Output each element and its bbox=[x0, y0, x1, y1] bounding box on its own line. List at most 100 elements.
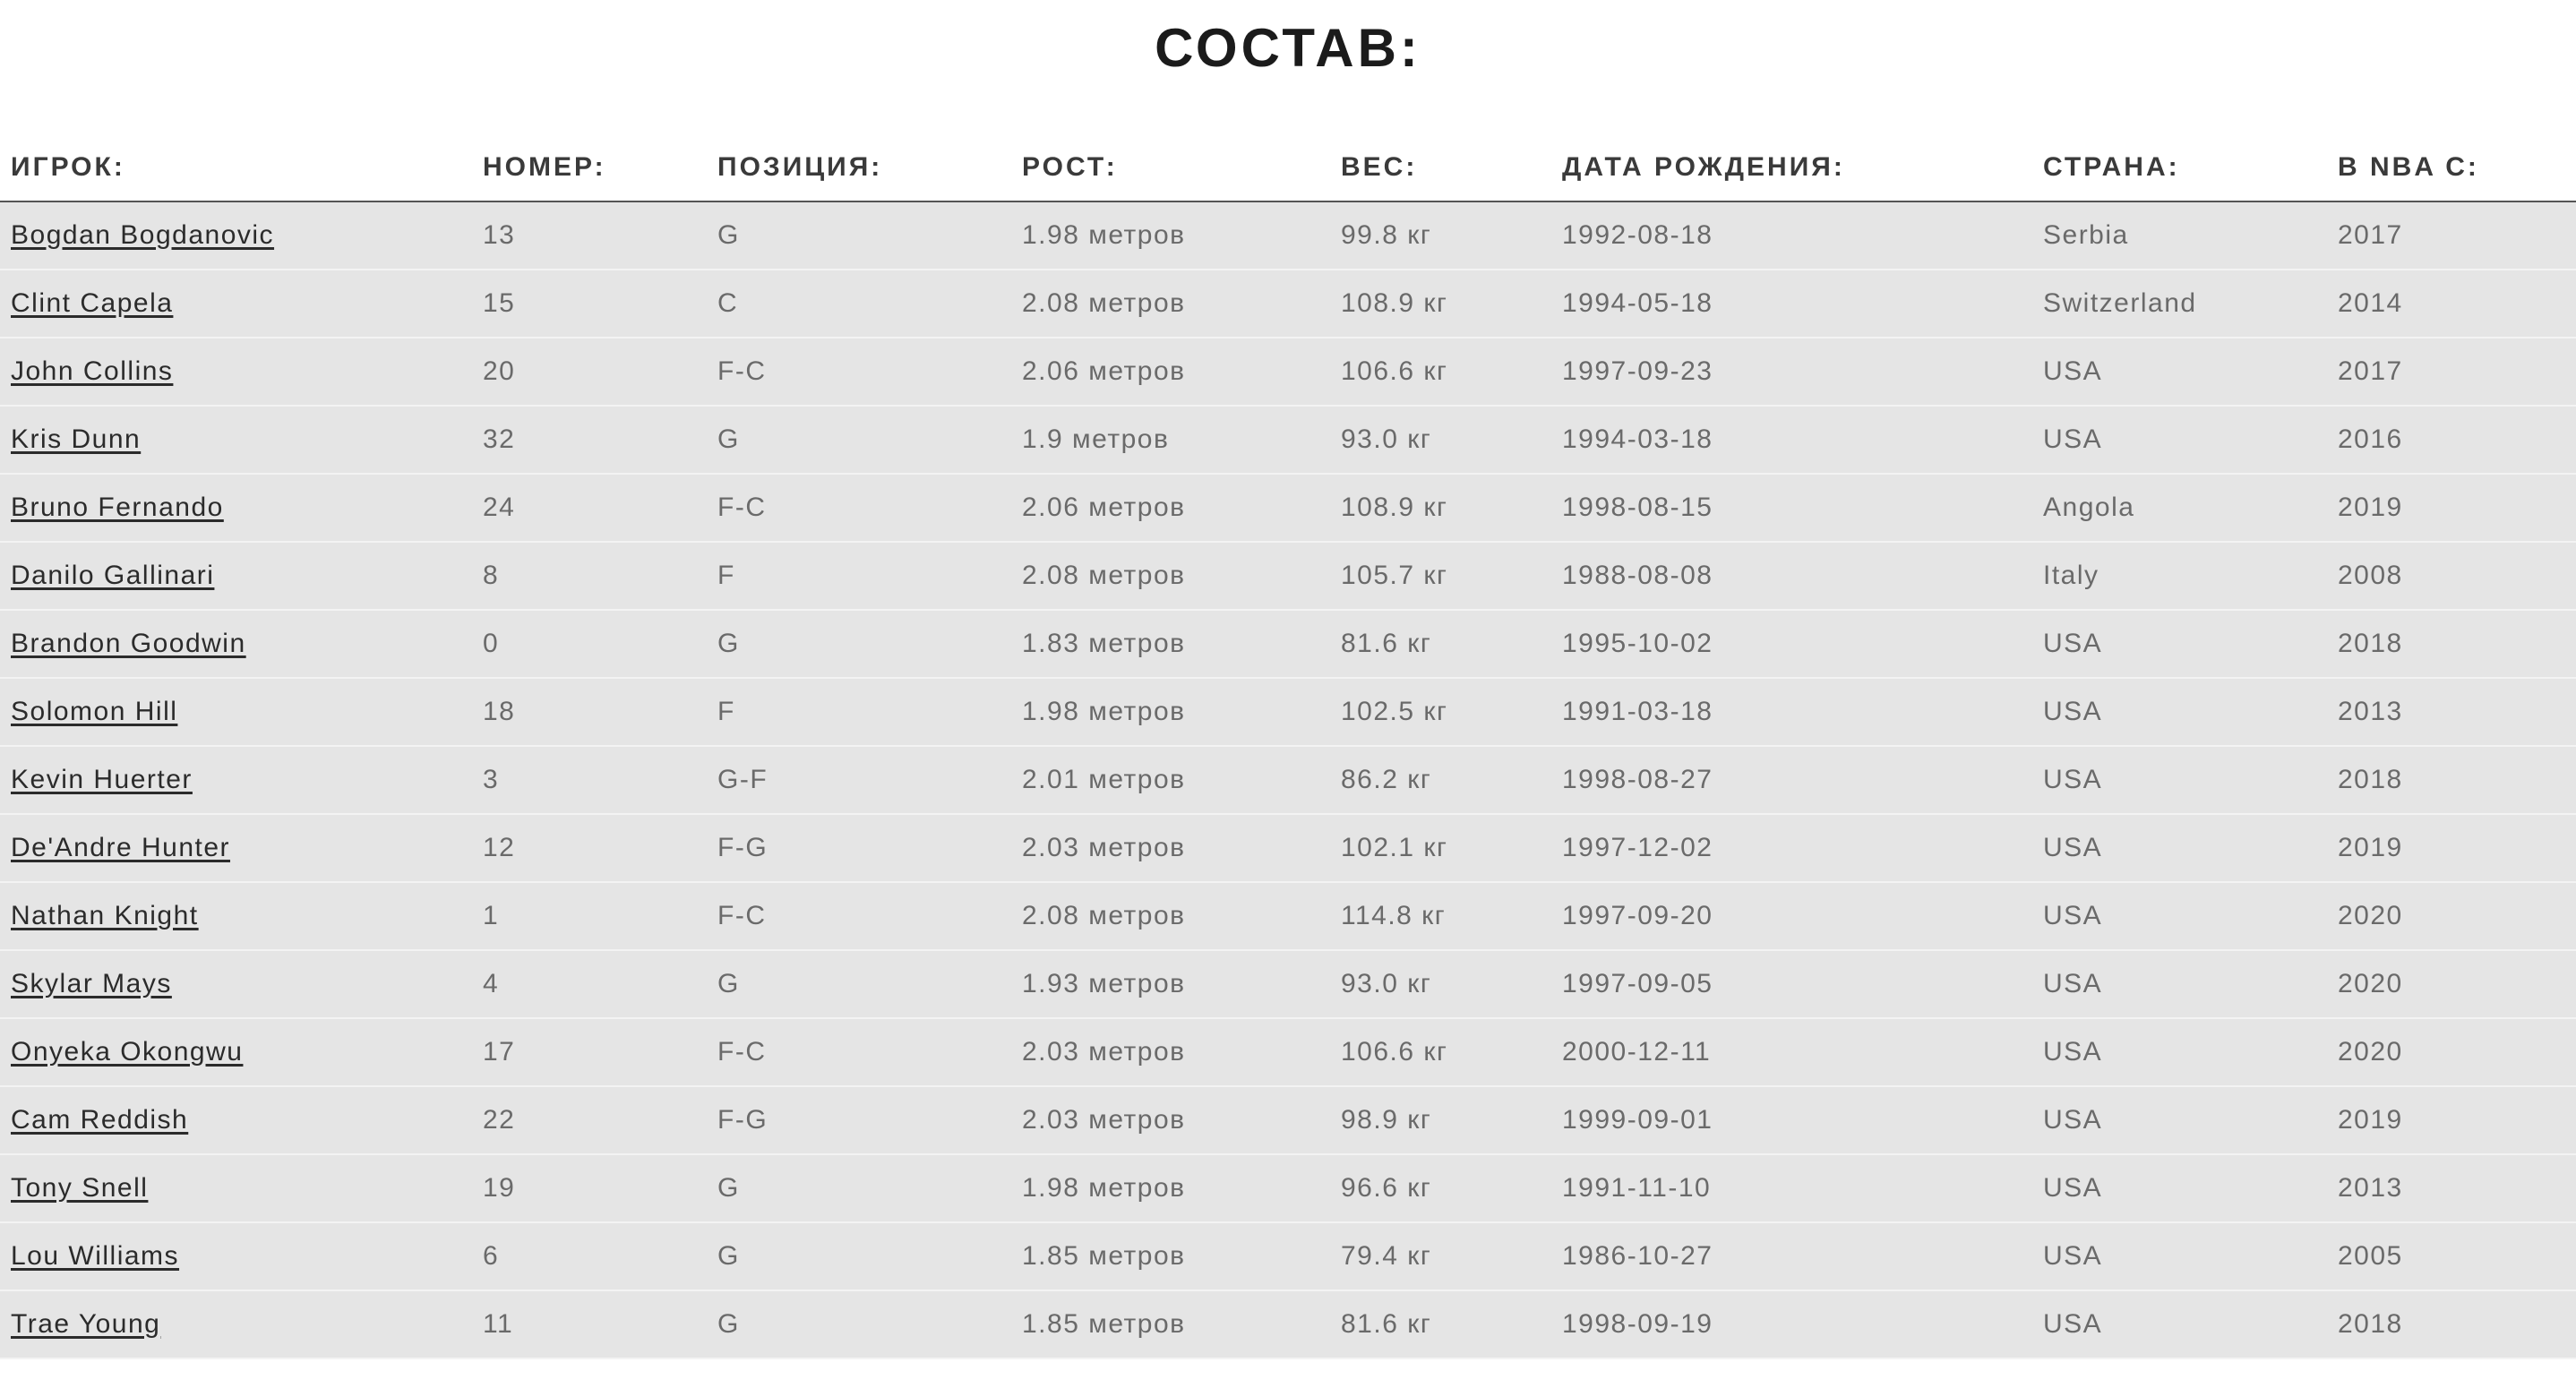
country-cell: USA bbox=[2032, 338, 2327, 407]
position-cell: G bbox=[707, 950, 1011, 1019]
table-header-row: ИГРОК: НОМЕР: ПОЗИЦИЯ: РОСТ: ВЕС: ДАТА Р… bbox=[0, 134, 2576, 202]
position-cell: G-F bbox=[707, 746, 1011, 815]
position-cell: G bbox=[707, 406, 1011, 475]
player-link[interactable]: Brandon Goodwin bbox=[11, 629, 246, 658]
birthdate-cell: 1999-09-01 bbox=[1551, 1086, 2032, 1155]
weight-cell: 105.7 кг bbox=[1330, 542, 1551, 611]
position-cell: F-C bbox=[707, 338, 1011, 407]
table-row: Onyeka Okongwu 17 F-C 2.03 метров 106.6 кг 20… bbox=[0, 1018, 2576, 1087]
height-cell: 2.06 метров bbox=[1011, 338, 1330, 407]
column-header-number: НОМЕР: bbox=[472, 134, 707, 202]
number-cell: 1 bbox=[472, 882, 707, 951]
player-link[interactable]: Clint Capela bbox=[11, 288, 173, 318]
position-cell: C bbox=[707, 270, 1011, 338]
birthdate-cell: 1998-09-19 bbox=[1551, 1290, 2032, 1359]
nba-since-cell: 2018 bbox=[2327, 746, 2576, 815]
weight-cell: 96.6 кг bbox=[1330, 1154, 1551, 1223]
number-cell: 20 bbox=[472, 338, 707, 407]
page-title: СОСТАВ: bbox=[1155, 18, 1421, 78]
position-cell: G bbox=[707, 1222, 1011, 1291]
player-link[interactable]: Kris Dunn bbox=[11, 424, 141, 454]
position-cell: G bbox=[707, 610, 1011, 679]
roster-table: ИГРОК: НОМЕР: ПОЗИЦИЯ: РОСТ: ВЕС: ДАТА Р… bbox=[0, 134, 2576, 1359]
weight-cell: 79.4 кг bbox=[1330, 1222, 1551, 1291]
player-cell: Lou Williams bbox=[0, 1222, 472, 1291]
player-link[interactable]: Lou Williams bbox=[11, 1241, 179, 1271]
country-cell: Switzerland bbox=[2032, 270, 2327, 338]
column-header-country: СТРАНА: bbox=[2032, 134, 2327, 202]
player-link[interactable]: De'Andre Hunter bbox=[11, 833, 230, 862]
column-header-player: ИГРОК: bbox=[0, 134, 472, 202]
weight-cell: 93.0 кг bbox=[1330, 406, 1551, 475]
weight-cell: 93.0 кг bbox=[1330, 950, 1551, 1019]
height-cell: 2.08 метров bbox=[1011, 542, 1330, 611]
weight-cell: 102.5 кг bbox=[1330, 678, 1551, 747]
column-header-birthdate: ДАТА РОЖДЕНИЯ: bbox=[1551, 134, 2032, 202]
table-row: Lou Williams 6 G 1.85 метров 79.4 кг 1986-10-… bbox=[0, 1222, 2576, 1291]
number-cell: 11 bbox=[472, 1290, 707, 1359]
number-cell: 22 bbox=[472, 1086, 707, 1155]
number-cell: 0 bbox=[472, 610, 707, 679]
player-link[interactable]: Kevin Huerter bbox=[11, 765, 193, 794]
player-link[interactable]: Trae Young bbox=[11, 1309, 160, 1339]
player-link[interactable]: Danilo Gallinari bbox=[11, 561, 214, 590]
table-row: Clint Capela 15 C 2.08 метров 108.9 кг 1994-0… bbox=[0, 270, 2576, 338]
table-row: Kris Dunn 32 G 1.9 метров 93.0 кг 1994-03-18 U… bbox=[0, 406, 2576, 475]
birthdate-cell: 1998-08-15 bbox=[1551, 474, 2032, 543]
height-cell: 1.85 метров bbox=[1011, 1290, 1330, 1359]
nba-since-cell: 2020 bbox=[2327, 1018, 2576, 1087]
player-link[interactable]: Solomon Hill bbox=[11, 697, 177, 726]
nba-since-cell: 2018 bbox=[2327, 1290, 2576, 1359]
table-row: Bogdan Bogdanovic 13 G 1.98 метров 99.8 кг 19… bbox=[0, 201, 2576, 270]
nba-since-cell: 2013 bbox=[2327, 678, 2576, 747]
nba-since-cell: 2008 bbox=[2327, 542, 2576, 611]
country-cell: USA bbox=[2032, 1290, 2327, 1359]
country-cell: USA bbox=[2032, 950, 2327, 1019]
player-link[interactable]: Bruno Fernando bbox=[11, 493, 224, 522]
table-body: Bogdan Bogdanovic 13 G 1.98 метров 99.8 кг 19… bbox=[0, 201, 2576, 1359]
column-header-weight: ВЕС: bbox=[1330, 134, 1551, 202]
position-cell: F-G bbox=[707, 1086, 1011, 1155]
weight-cell: 99.8 кг bbox=[1330, 201, 1551, 270]
player-link[interactable]: Tony Snell bbox=[11, 1173, 148, 1203]
height-cell: 2.08 метров bbox=[1011, 270, 1330, 338]
position-cell: G bbox=[707, 1290, 1011, 1359]
nba-since-cell: 2014 bbox=[2327, 270, 2576, 338]
weight-cell: 98.9 кг bbox=[1330, 1086, 1551, 1155]
height-cell: 1.93 метров bbox=[1011, 950, 1330, 1019]
height-cell: 2.06 метров bbox=[1011, 474, 1330, 543]
number-cell: 13 bbox=[472, 201, 707, 270]
height-cell: 2.03 метров bbox=[1011, 814, 1330, 883]
country-cell: Italy bbox=[2032, 542, 2327, 611]
number-cell: 3 bbox=[472, 746, 707, 815]
birthdate-cell: 1997-09-20 bbox=[1551, 882, 2032, 951]
position-cell: F-C bbox=[707, 474, 1011, 543]
player-cell: De'Andre Hunter bbox=[0, 814, 472, 883]
number-cell: 17 bbox=[472, 1018, 707, 1087]
player-link[interactable]: John Collins bbox=[11, 356, 173, 386]
country-cell: USA bbox=[2032, 814, 2327, 883]
position-cell: F-C bbox=[707, 882, 1011, 951]
column-header-nba-since: В NBA С: bbox=[2327, 134, 2576, 202]
column-header-position: ПОЗИЦИЯ: bbox=[707, 134, 1011, 202]
country-cell: USA bbox=[2032, 678, 2327, 747]
player-cell: John Collins bbox=[0, 338, 472, 407]
player-link[interactable]: Bogdan Bogdanovic bbox=[11, 220, 274, 250]
number-cell: 8 bbox=[472, 542, 707, 611]
birthdate-cell: 1997-09-05 bbox=[1551, 950, 2032, 1019]
country-cell: USA bbox=[2032, 406, 2327, 475]
weight-cell: 106.6 кг bbox=[1330, 338, 1551, 407]
birthdate-cell: 1994-03-18 bbox=[1551, 406, 2032, 475]
player-link[interactable]: Skylar Mays bbox=[11, 969, 172, 998]
height-cell: 1.83 метров bbox=[1011, 610, 1330, 679]
player-cell: Bogdan Bogdanovic bbox=[0, 201, 472, 270]
player-link[interactable]: Onyeka Okongwu bbox=[11, 1037, 243, 1067]
number-cell: 6 bbox=[472, 1222, 707, 1291]
player-link[interactable]: Cam Reddish bbox=[11, 1105, 188, 1135]
table-row: Cam Reddish 22 F-G 2.03 метров 98.9 кг 1999-0… bbox=[0, 1086, 2576, 1155]
height-cell: 2.03 метров bbox=[1011, 1018, 1330, 1087]
player-link[interactable]: Nathan Knight bbox=[11, 901, 199, 930]
table-row: Brandon Goodwin 0 G 1.83 метров 81.6 кг 1995-… bbox=[0, 610, 2576, 679]
table-row: Tony Snell 19 G 1.98 метров 96.6 кг 1991-11-1… bbox=[0, 1154, 2576, 1223]
position-cell: F-G bbox=[707, 814, 1011, 883]
